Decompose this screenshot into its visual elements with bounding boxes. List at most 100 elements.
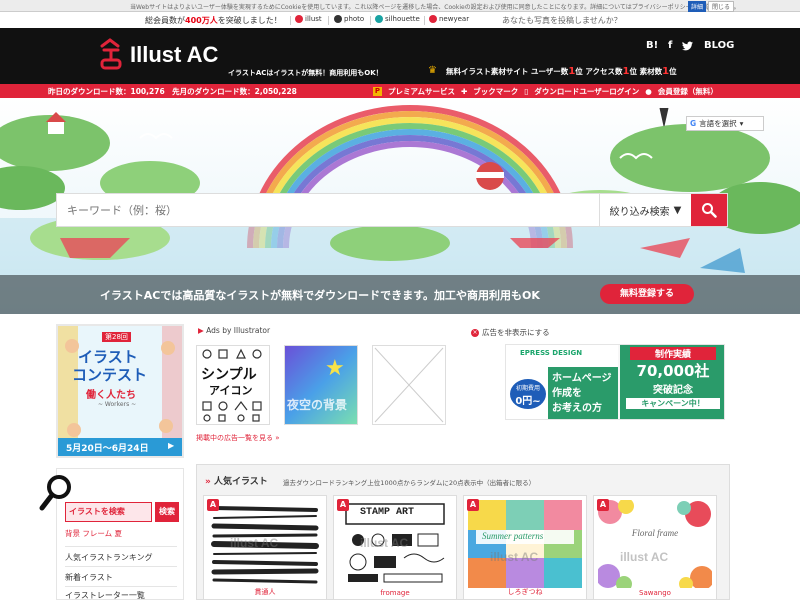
contest-theme: 働く人たち — [86, 390, 136, 401]
search-icon — [702, 203, 717, 218]
illust-author[interactable]: Sawango — [594, 589, 716, 597]
cookie-bar: 当Webサイトはよりよいユーザー体験を実現するためにCookieを使用しています… — [0, 0, 800, 12]
watermark: illust AC — [230, 536, 279, 550]
divider — [370, 16, 371, 25]
popular-title: » 人気イラスト — [205, 477, 268, 487]
user-icon: ● — [645, 87, 652, 96]
divider — [290, 16, 291, 25]
filter-dropdown[interactable]: 絞り込み検索 ▼ — [599, 194, 691, 226]
bookmark-icon: ✚ — [460, 87, 468, 96]
google-icon: G — [690, 119, 697, 128]
facebook-icon[interactable]: f — [668, 40, 672, 51]
contest-theme-en: ~ Workers ~ — [98, 401, 137, 408]
logo-text[interactable]: Illust AC — [130, 42, 218, 68]
illust-thumbnail: Floral frame illust AC — [598, 500, 712, 588]
hide-ads-link[interactable]: × 広告を非表示にする — [471, 327, 550, 338]
ad-list-link[interactable]: 掲載中の広告一覧を見る » — [196, 433, 280, 443]
illust-card[interactable]: Summer patterns illust AC A しろぎつね — [463, 495, 587, 600]
filter-label: 絞り込み検索 — [609, 206, 670, 218]
top-bar: 総会員数が400万人を突破しました！ illust photo silhouet… — [0, 12, 800, 28]
login-icon: ▯ — [524, 87, 529, 96]
illust-card[interactable]: illust AC A 貫通人 — [203, 495, 327, 600]
post-photo-link[interactable]: あなたも写真を投稿しませんか？ — [502, 15, 622, 26]
site-link-newyear[interactable]: newyear — [429, 15, 469, 23]
illust-author[interactable]: 貫通人 — [204, 587, 326, 597]
contest-banner[interactable]: 第28回 イラスト コンテスト 働く人たち ~ Workers ~ 5月20日〜… — [56, 324, 184, 458]
a-badge-icon: A — [467, 499, 479, 511]
card-heading: Floral frame — [631, 528, 679, 538]
divider — [65, 566, 177, 567]
play-icon: ▶ — [168, 441, 175, 450]
search-button[interactable] — [691, 194, 727, 226]
epress-right-panel: 制作実績 70,000社 突破記念 キャンペーン中！ — [620, 345, 724, 419]
watermark: illust AC — [490, 550, 539, 564]
blog-link[interactable]: BLOG — [704, 40, 734, 51]
hero-search: 絞り込み検索 ▼ — [56, 193, 728, 227]
menu-login[interactable]: ダウンロードユーザーログイン — [534, 86, 639, 97]
crown-icon: ♛ — [428, 65, 437, 76]
site-link-photo[interactable]: photo — [334, 15, 364, 23]
member-count-value: 400万人 — [185, 16, 218, 25]
cookie-close-button[interactable]: 閉じる — [708, 1, 735, 12]
ad-thumb-night-sky[interactable]: ★ 夜空の背景 — [284, 345, 358, 425]
sidebar-tags[interactable]: 背景 フレーム 夏 — [65, 528, 122, 539]
sidebar-link-ranking[interactable]: 人気イラストランキング — [65, 552, 153, 563]
ad-thumb-simple-icon[interactable]: シンプル アイコン — [196, 345, 270, 425]
download-stats: 昨日のダウンロード数：100,276 先月のダウンロード数：2,050,228 — [48, 87, 297, 96]
premium-icon: P — [373, 87, 382, 96]
site-header: Illust AC イラストACはイラストが無料！商用利用もOK！ B! f B… — [0, 28, 800, 84]
watermark: illust AC — [620, 550, 669, 564]
sidebar-search-button[interactable]: 検索 — [155, 502, 179, 522]
photo-icon — [334, 15, 342, 23]
contest-period: 5月20日〜6月24日 — [66, 444, 149, 454]
illust-thumbnail: illust AC — [208, 500, 322, 588]
hero-section: G 言語を選択 ▾ 絞り込み検索 ▼ イラストACでは高品質なイラストが無料でダ… — [0, 98, 800, 314]
search-input[interactable] — [57, 194, 599, 226]
tagline: イラストACはイラストが無料！商用利用もOK！ — [228, 69, 383, 77]
twitter-icon[interactable] — [682, 41, 693, 51]
site-link-illust[interactable]: illust — [295, 15, 322, 23]
sidebar-search-panel: イラストを検索 検索 背景 フレーム 夏 人気イラストランキング 新着イラスト … — [39, 468, 184, 601]
ad-thumb-placeholder[interactable] — [372, 345, 446, 425]
epress-cost-badge: 初期費用 0円~ — [510, 379, 546, 409]
ads-label: ▶ Ads by Illustrator — [198, 326, 271, 335]
ad-thumb-night-text: 夜空の背景 — [287, 398, 348, 412]
illust-icon — [295, 15, 303, 23]
register-button[interactable]: 無料登録する — [600, 284, 694, 304]
a-badge-icon: A — [337, 499, 349, 511]
member-count: 総会員数が400万人を突破しました！ — [145, 16, 282, 25]
header-menu: P プレミアムサービス ✚ ブックマーク ▯ ダウンロードユーザーログイン ● … — [373, 86, 718, 97]
logo-icon[interactable] — [98, 36, 124, 72]
sidebar-link-new[interactable]: 新着イラスト — [65, 572, 113, 583]
popular-illustrations: » 人気イラスト 過去ダウンロードランキング上位1000点からランダムに20点表… — [196, 464, 730, 600]
watermark: illust AC — [360, 536, 409, 550]
sidebar-search-input[interactable]: イラストを検索 — [65, 502, 152, 522]
star-icon: ★ — [325, 356, 345, 381]
illust-card[interactable]: STAMP ART illust AC A fromage — [333, 495, 457, 600]
cookie-detail-button[interactable]: 詳細 — [688, 1, 707, 12]
illust-thumbnail: Summer patterns illust AC — [468, 500, 582, 588]
newyear-icon — [429, 15, 437, 23]
menu-bookmark[interactable]: ブックマーク — [473, 86, 518, 97]
illust-author[interactable]: fromage — [334, 589, 456, 597]
sidebar-link-illustrators[interactable]: イラストレーター一覧 — [65, 590, 145, 601]
divider — [65, 546, 177, 547]
epress-ad[interactable]: EPRESS DESIGN 初期費用 0円~ ホームページ 作成を お考えの方 … — [505, 344, 725, 420]
close-circle-icon: × — [471, 328, 479, 337]
divider — [65, 586, 177, 587]
card-heading: Summer patterns — [482, 531, 544, 541]
card-heading: STAMP ART — [360, 507, 415, 518]
menu-register[interactable]: 会員登録（無料） — [658, 86, 718, 97]
epress-main-panel: ホームページ 作成を お考えの方 — [548, 367, 618, 419]
translate-widget[interactable]: G 言語を選択 ▾ — [686, 116, 764, 131]
ad-thumb-text-2: アイコン — [209, 384, 253, 397]
translate-label: 言語を選択 — [699, 119, 737, 128]
menu-premium[interactable]: プレミアムサービス — [388, 86, 455, 97]
ranking-text: 無料イラスト素材サイト ユーザー数1位 アクセス数1位 素材数1位 — [446, 66, 677, 77]
contest-title-2: コンテスト — [72, 366, 148, 384]
illust-author[interactable]: しろぎつね — [464, 587, 586, 597]
site-link-silhouette[interactable]: silhouette — [375, 15, 420, 23]
cookie-text: 当Webサイトはよりよいユーザー体験を実現するためにCookieを使用しています… — [130, 4, 740, 11]
illust-card[interactable]: Floral frame illust AC A Sawango — [593, 495, 717, 600]
hatena-bookmark-icon[interactable]: B! — [646, 40, 658, 51]
